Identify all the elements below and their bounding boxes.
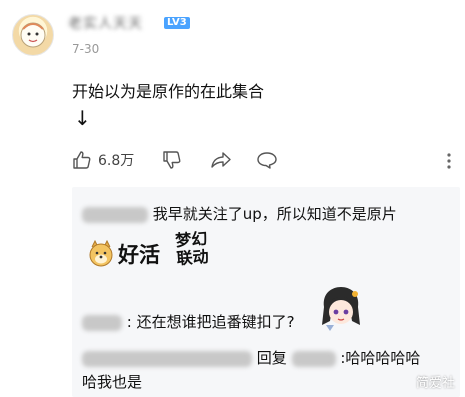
level-badge: LV3 bbox=[164, 17, 190, 29]
reply-item: 回复 :哈哈哈哈哈 bbox=[82, 347, 420, 368]
sticker-text-menghuan-liandong: 梦幻 联动 bbox=[175, 229, 210, 269]
comment-bubble-icon bbox=[257, 152, 277, 169]
down-arrow-text: ↓ bbox=[74, 106, 91, 130]
like-button[interactable]: 6.8万 bbox=[72, 150, 134, 170]
reply-text-continuation: 哈我也是 bbox=[82, 373, 143, 391]
reply-section: 我早就关注了up，所以知道不是原片 好活 梦幻 联动 : 还在想谁把追番键扣了? bbox=[72, 187, 460, 397]
username[interactable]: 老实人天天 bbox=[68, 14, 143, 34]
like-count: 6.8万 bbox=[98, 153, 135, 169]
thumbs-down-icon bbox=[163, 151, 181, 169]
reply-text: : 还在想谁把追番键扣了? bbox=[126, 313, 295, 331]
reply-username-redacted[interactable] bbox=[82, 350, 252, 367]
reply-text: :哈哈哈哈哈 bbox=[340, 349, 421, 367]
reply-label: 回复 bbox=[256, 349, 287, 367]
dislike-button[interactable] bbox=[162, 150, 182, 170]
reply-button[interactable] bbox=[256, 150, 278, 170]
thumbs-up-icon bbox=[73, 151, 91, 169]
more-button[interactable] bbox=[446, 152, 452, 170]
comment-date: 7-30 bbox=[72, 42, 100, 56]
sticker-text-line-2: 联动 bbox=[175, 246, 210, 269]
watermark-text: 简爱社 bbox=[415, 376, 455, 391]
share-icon bbox=[211, 152, 231, 168]
comment-actions: 6.8万 bbox=[72, 150, 452, 174]
reply-username-redacted[interactable] bbox=[82, 206, 148, 223]
sticker-text-haohuo: 好活 bbox=[118, 243, 160, 267]
share-button[interactable] bbox=[210, 150, 232, 170]
reply-item: 我早就关注了up，所以知道不是原片 bbox=[82, 203, 397, 224]
reply-item: : 还在想谁把追番键扣了? bbox=[82, 311, 295, 332]
doge-sticker-icon bbox=[86, 239, 116, 269]
comment-text: 开始以为是原作的在此集合 bbox=[72, 82, 265, 101]
more-vertical-icon bbox=[447, 153, 451, 169]
avatar-illustration bbox=[20, 22, 46, 48]
reply-username-redacted[interactable] bbox=[82, 314, 122, 331]
reply-text: 我早就关注了up，所以知道不是原片 bbox=[152, 205, 397, 223]
user-avatar[interactable] bbox=[12, 14, 54, 56]
reply-target-username-redacted[interactable] bbox=[291, 350, 336, 367]
anime-girl-sticker-icon bbox=[318, 285, 364, 331]
